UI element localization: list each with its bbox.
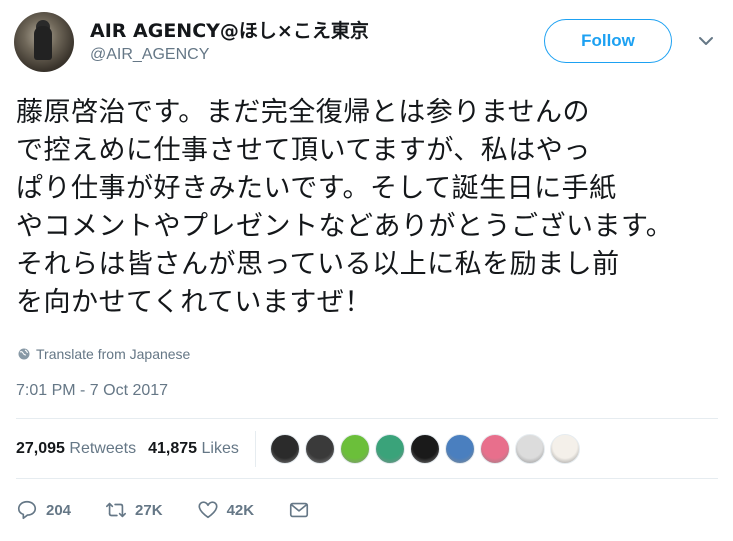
retweet-button[interactable]: 27K xyxy=(105,499,163,521)
liker-avatar[interactable] xyxy=(479,434,510,464)
translate-label[interactable]: Translate from Japanese xyxy=(36,346,190,362)
divider xyxy=(16,418,718,419)
timestamp[interactable]: 7:01 PM - 7 Oct 2017 xyxy=(16,382,168,400)
tweet-text: 藤原啓治です。まだ完全復帰とは参りませんの で控えめに仕事させて頂いてますが、私… xyxy=(16,97,674,318)
liker-avatar[interactable] xyxy=(444,434,475,464)
stats-separator xyxy=(254,431,256,467)
translate-link[interactable]: Translate from Japanese xyxy=(18,346,190,362)
like-count: 42K xyxy=(226,501,255,519)
reply-count: 204 xyxy=(46,501,72,519)
globe-icon xyxy=(18,348,30,360)
retweets-stat[interactable]: 27,095 Retweets xyxy=(16,440,136,458)
heart-icon xyxy=(198,501,218,519)
follow-button[interactable]: Follow xyxy=(544,19,672,63)
stats-bar: 27,095 Retweets 41,875 Likes xyxy=(16,420,718,478)
reply-icon xyxy=(17,500,37,520)
tweet-header: AIR AGENCY@ほし×こえ東京 @AIR_AGENCY Follow xyxy=(14,10,720,74)
liker-avatar[interactable] xyxy=(409,434,440,464)
liker-avatar[interactable] xyxy=(514,434,545,464)
retweets-count: 27,095 xyxy=(16,440,65,457)
likes-stat[interactable]: 41,875 Likes xyxy=(148,440,239,458)
liker-avatar[interactable] xyxy=(339,434,370,464)
liker-avatar[interactable] xyxy=(304,434,335,464)
display-name[interactable]: AIR AGENCY@ほし×こえ東京 xyxy=(90,16,369,43)
like-button[interactable]: 42K xyxy=(197,499,255,521)
user-handle[interactable]: @AIR_AGENCY xyxy=(90,46,209,64)
liker-avatars xyxy=(269,434,580,464)
liker-avatar[interactable] xyxy=(269,434,300,464)
likes-count: 41,875 xyxy=(148,440,198,457)
avatar[interactable] xyxy=(14,12,74,72)
liker-avatar[interactable] xyxy=(374,434,405,464)
liker-avatar[interactable] xyxy=(549,434,580,464)
retweet-count: 27K xyxy=(135,501,163,519)
retweet-icon xyxy=(106,502,127,518)
divider xyxy=(16,478,718,479)
direct-message-button[interactable] xyxy=(288,499,310,521)
likes-label: Likes xyxy=(201,440,239,457)
retweets-label: Retweets xyxy=(69,440,137,457)
reply-button[interactable]: 204 xyxy=(16,499,71,521)
envelope-icon xyxy=(290,502,309,518)
action-bar: 204 27K 42K xyxy=(16,494,344,526)
chevron-down-icon[interactable] xyxy=(697,32,715,50)
